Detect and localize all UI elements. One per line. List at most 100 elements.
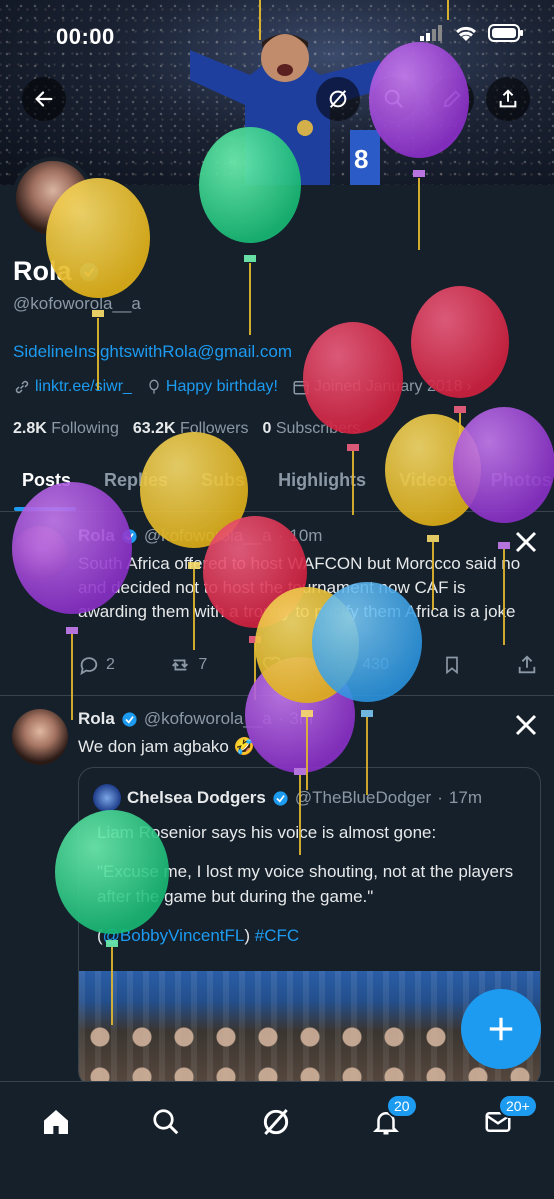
quote-line-3: (@BobbyVincentFL) #CFC (97, 926, 300, 945)
profile-email-link[interactable]: SidelineInsightswithRola@gmail.com (13, 342, 292, 362)
quote-mention-link[interactable]: @BobbyVincentFL (103, 926, 245, 945)
search-button[interactable] (372, 77, 416, 121)
nav-notifications[interactable]: 20 (366, 1094, 418, 1142)
post-author-name[interactable]: Rola (78, 526, 115, 546)
quote-author-name: Chelsea Dodgers (127, 788, 266, 807)
post-author-handle[interactable]: @kofoworola__a (144, 526, 272, 546)
views-button[interactable]: 430 (336, 654, 389, 676)
plus-icon (489, 1017, 513, 1041)
svg-text:8: 8 (354, 144, 368, 174)
share-post-button[interactable] (516, 654, 538, 676)
compose-post-button[interactable] (461, 989, 541, 1069)
status-icons (420, 24, 524, 42)
repost-icon (172, 659, 189, 671)
post-author-handle[interactable]: @kofoworola__a (144, 709, 272, 729)
back-button[interactable] (22, 77, 66, 121)
profile-counts: 2.8K Following 63.2K Followers 0 Subscri… (13, 420, 360, 438)
quote-line-2: "Excuse me, I lost my voice shouting, no… (97, 862, 514, 906)
bottom-navigation: 20 20+ (0, 1081, 554, 1199)
x-logo-icon (515, 531, 537, 553)
x-logo-icon (515, 714, 537, 736)
post-text: South Africa offered to host WAFCON but … (78, 554, 521, 621)
quote-author-handle: @TheBlueDodger (294, 788, 432, 807)
profile-meta: linktr.ee/siwr_ Happy birthday! Joined J… (13, 378, 472, 396)
pencil-icon (443, 90, 461, 108)
messages-badge: 20+ (498, 1094, 538, 1118)
quote-dot: · (437, 788, 443, 807)
verified-badge-icon[interactable] (78, 261, 100, 283)
followers-stat[interactable]: 63.2K Followers (133, 420, 249, 438)
share-icon (499, 89, 517, 108)
grok-icon (263, 1109, 289, 1135)
share-icon (518, 655, 536, 674)
post[interactable]: Rola @kofoworola__a · 10m South Africa o… (0, 514, 554, 696)
grok-button[interactable] (316, 77, 360, 121)
search-icon (153, 1109, 179, 1135)
link-icon (15, 380, 29, 394)
home-icon (44, 1110, 68, 1134)
tab-highlights[interactable]: Highlights (256, 460, 377, 511)
calendar-icon (293, 381, 309, 395)
nav-home[interactable] (36, 1102, 76, 1142)
post-header: Rola @kofoworola__a · 3m (78, 709, 313, 729)
quote-hashtag-link[interactable]: #CFC (255, 926, 299, 945)
grok-icon (329, 90, 347, 108)
repost-button[interactable]: 7 (168, 654, 207, 676)
profile-name: Rola (13, 256, 72, 286)
bookmark-button[interactable] (442, 654, 462, 676)
verified-badge-icon (273, 790, 288, 806)
post-time: 3m (289, 709, 313, 728)
views-icon (339, 658, 354, 672)
tab-subs[interactable]: Subs (179, 460, 256, 511)
quote-header: Chelsea Dodgers @TheBlueDodger · 17m (93, 784, 482, 812)
following-stat[interactable]: 2.8K Following (13, 420, 119, 438)
post-text: We don jam agbako 🤣 (78, 737, 255, 756)
post-avatar[interactable] (12, 526, 68, 582)
profile-name-row: Rola (13, 256, 100, 287)
reply-icon (80, 657, 98, 676)
profile-joined: Joined January 2018 (313, 378, 463, 395)
profile-handle: @kofoworola__a (13, 294, 141, 313)
profile-banner[interactable]: 8 00:00 (0, 0, 554, 185)
post-time: 10m (289, 526, 323, 545)
verified-badge-icon (122, 711, 137, 727)
post-avatar[interactable] (12, 709, 68, 765)
heart-icon (262, 656, 281, 674)
edit-button[interactable] (430, 77, 474, 121)
like-button[interactable] (261, 654, 283, 676)
tab-videos[interactable]: Videos (377, 460, 469, 511)
battery-icon (488, 24, 523, 42)
share-button[interactable] (486, 77, 530, 121)
tab-photos[interactable]: Photos (469, 460, 554, 511)
nav-grok[interactable] (256, 1102, 296, 1142)
verified-badge-icon (122, 528, 137, 544)
tab-posts[interactable]: Posts (0, 460, 82, 511)
quote-line-1: Liam Rosenior says his voice is almost g… (97, 823, 437, 842)
tab-replies[interactable]: Replies (82, 460, 179, 511)
notifications-badge: 20 (386, 1094, 418, 1118)
profile-tabs: Posts Replies Subs Highlights Videos Pho… (0, 460, 554, 512)
quote-time: 17m (448, 788, 482, 807)
bookmark-icon (446, 656, 459, 675)
nav-messages[interactable]: 20+ (478, 1094, 538, 1142)
quote-text: Liam Rosenior says his voice is almost g… (97, 820, 527, 962)
profile-website-link[interactable]: linktr.ee/siwr_ (35, 378, 132, 396)
post-dot: · (277, 526, 284, 545)
arrow-left-icon (35, 91, 53, 107)
profile-birthday[interactable]: Happy birthday! (166, 378, 278, 396)
post-dot: · (277, 709, 284, 728)
nav-search[interactable] (146, 1102, 186, 1142)
quote-avatar (93, 784, 121, 812)
post-actions: 2 7 430 (78, 654, 538, 676)
signal-icon (420, 25, 442, 41)
search-icon (384, 89, 404, 109)
reply-button[interactable]: 2 (78, 654, 115, 676)
chevron-right-icon[interactable]: › (467, 378, 472, 396)
balloon-icon (149, 379, 159, 394)
post-header: Rola @kofoworola__a · 10m (78, 526, 322, 546)
wifi-icon (455, 26, 477, 41)
subscribers-stat[interactable]: 0 Subscribers (262, 420, 360, 438)
post-author-name[interactable]: Rola (78, 709, 115, 729)
status-time: 00:00 (56, 24, 115, 49)
profile-avatar[interactable] (12, 157, 94, 239)
